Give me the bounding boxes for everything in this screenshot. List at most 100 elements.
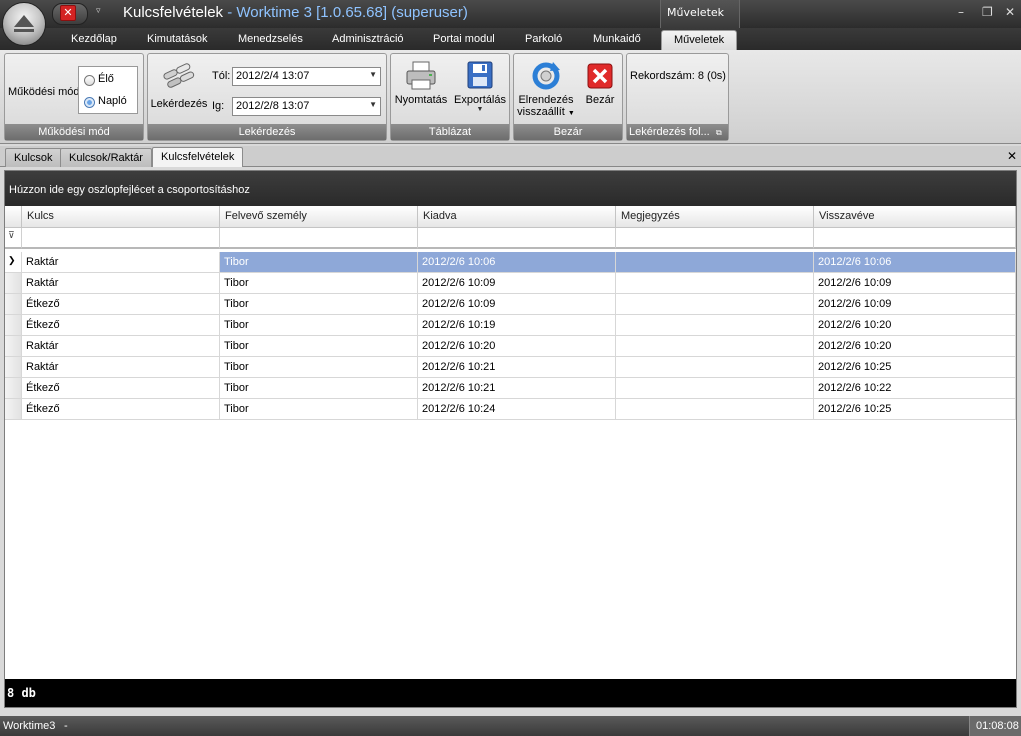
table-row[interactable]: Étkező Tibor 2012/2/6 10:21 2012/2/6 10:22	[5, 378, 1016, 399]
cell-kiadva[interactable]: 2012/2/6 10:21	[418, 378, 616, 399]
cell-kulcs[interactable]: Raktár	[22, 336, 220, 357]
cell-megjegyzes[interactable]	[616, 273, 814, 294]
filter-visszaveve[interactable]	[814, 228, 1016, 249]
table-row[interactable]: Étkező Tibor 2012/2/6 10:19 2012/2/6 10:20	[5, 315, 1016, 336]
cell-visszaveve[interactable]: 2012/2/6 10:09	[814, 273, 1016, 294]
minimize-icon[interactable]: –	[958, 5, 964, 19]
cell-megjegyzes[interactable]	[616, 378, 814, 399]
row-indicator-arrow-icon[interactable]: ❯	[5, 252, 22, 273]
row-indicator[interactable]	[5, 378, 22, 399]
row-indicator[interactable]	[5, 294, 22, 315]
cell-megjegyzes[interactable]	[616, 315, 814, 336]
reset-layout-button[interactable]: Elrendezés visszaállít ▼	[515, 60, 577, 118]
cell-felvevo[interactable]: Tibor	[220, 273, 418, 294]
cell-felvevo[interactable]: Tibor	[220, 315, 418, 336]
filter-megjegyzes[interactable]	[616, 228, 814, 249]
cell-kiadva[interactable]: 2012/2/6 10:09	[418, 273, 616, 294]
filter-felvevo[interactable]	[220, 228, 418, 249]
cell-felvevo[interactable]: Tibor	[220, 294, 418, 315]
tab-kezdolap[interactable]: Kezdőlap	[71, 33, 117, 45]
table-row[interactable]: ❯ Raktár Tibor 2012/2/6 10:06 2012/2/6 10:06	[5, 252, 1016, 273]
quick-close-icon[interactable]: ✕	[60, 5, 76, 21]
cell-kulcs[interactable]: Raktár	[22, 252, 220, 273]
cell-kulcs[interactable]: Étkező	[22, 378, 220, 399]
row-indicator[interactable]	[5, 315, 22, 336]
refresh-icon	[532, 62, 560, 90]
tab-kimutatasok[interactable]: Kimutatások	[147, 33, 208, 45]
table-row[interactable]: Étkező Tibor 2012/2/6 10:24 2012/2/6 10:25	[5, 399, 1016, 420]
application-menu-button[interactable]	[2, 2, 46, 46]
doc-tab-kulcsfelvetelek[interactable]: Kulcsfelvételek	[152, 147, 244, 167]
cell-visszaveve[interactable]: 2012/2/6 10:06	[814, 252, 1016, 273]
print-button[interactable]: Nyomtatás	[393, 60, 449, 106]
cell-visszaveve[interactable]: 2012/2/6 10:22	[814, 378, 1016, 399]
cell-kulcs[interactable]: Raktár	[22, 357, 220, 378]
close-window-icon[interactable]: ✕	[1005, 5, 1015, 19]
column-header-megjegyzes[interactable]: Megjegyzés	[616, 206, 814, 228]
cell-visszaveve[interactable]: 2012/2/6 10:09	[814, 294, 1016, 315]
table-row[interactable]: Raktár Tibor 2012/2/6 10:09 2012/2/6 10:09	[5, 273, 1016, 294]
doc-tab-kulcsok-raktar[interactable]: Kulcsok/Raktár	[60, 148, 152, 167]
radio-live-label[interactable]: Élő	[98, 73, 114, 85]
cell-visszaveve[interactable]: 2012/2/6 10:20	[814, 315, 1016, 336]
cell-kiadva[interactable]: 2012/2/6 10:09	[418, 294, 616, 315]
row-indicator[interactable]	[5, 357, 22, 378]
tab-adminisztracio[interactable]: Adminisztráció	[332, 33, 404, 45]
cell-kiadva[interactable]: 2012/2/6 10:06	[418, 252, 616, 273]
cell-felvevo[interactable]: Tibor	[220, 357, 418, 378]
table-row[interactable]: Étkező Tibor 2012/2/6 10:09 2012/2/6 10:09	[5, 294, 1016, 315]
cell-kulcs[interactable]: Étkező	[22, 315, 220, 336]
row-indicator[interactable]	[5, 273, 22, 294]
table-row[interactable]: Raktár Tibor 2012/2/6 10:21 2012/2/6 10:25	[5, 357, 1016, 378]
close-doc-icon[interactable]: ✕	[1007, 149, 1017, 163]
from-date-select[interactable]: 2012/2/4 13:07 ▼	[232, 67, 381, 86]
cell-megjegyzes[interactable]	[616, 399, 814, 420]
filter-kiadva[interactable]	[418, 228, 616, 249]
tab-portai-modul[interactable]: Portai modul	[433, 33, 495, 45]
filter-icon[interactable]: ⊽	[5, 228, 22, 249]
cell-megjegyzes[interactable]	[616, 252, 814, 273]
cell-kulcs[interactable]: Raktár	[22, 273, 220, 294]
cell-megjegyzes[interactable]	[616, 336, 814, 357]
column-header-kiadva[interactable]: Kiadva	[418, 206, 616, 228]
cell-kiadva[interactable]: 2012/2/6 10:21	[418, 357, 616, 378]
table-row[interactable]: Raktár Tibor 2012/2/6 10:20 2012/2/6 10:20	[5, 336, 1016, 357]
group-panel[interactable]: Húzzon ide egy oszlopfejlécet a csoporto…	[5, 171, 1016, 206]
cell-felvevo[interactable]: Tibor	[220, 378, 418, 399]
tab-munkaido[interactable]: Munkaidő	[593, 33, 641, 45]
column-header-visszaveve[interactable]: Visszavéve	[814, 206, 1016, 228]
to-date-select[interactable]: 2012/2/8 13:07 ▼	[232, 97, 381, 116]
cell-visszaveve[interactable]: 2012/2/6 10:25	[814, 357, 1016, 378]
column-header-kulcs[interactable]: Kulcs	[22, 206, 220, 228]
cell-visszaveve[interactable]: 2012/2/6 10:20	[814, 336, 1016, 357]
cell-kiadva[interactable]: 2012/2/6 10:19	[418, 315, 616, 336]
query-button[interactable]: Lekérdezés	[150, 60, 208, 110]
column-header-felvevo[interactable]: Felvevő személy	[220, 206, 418, 228]
tab-parkolo[interactable]: Parkoló	[525, 33, 562, 45]
close-red-icon	[587, 63, 613, 89]
cell-visszaveve[interactable]: 2012/2/6 10:25	[814, 399, 1016, 420]
close-button[interactable]: Bezár	[580, 60, 620, 106]
radio-live[interactable]	[84, 75, 95, 86]
cell-kiadva[interactable]: 2012/2/6 10:20	[418, 336, 616, 357]
cell-kulcs[interactable]: Étkező	[22, 399, 220, 420]
cell-felvevo[interactable]: Tibor	[220, 252, 418, 273]
tab-menedzseles[interactable]: Menedzselés	[238, 33, 303, 45]
doc-tab-kulcsok[interactable]: Kulcsok	[5, 148, 62, 167]
radio-log[interactable]	[84, 97, 95, 108]
cell-felvevo[interactable]: Tibor	[220, 399, 418, 420]
radio-log-label[interactable]: Napló	[98, 95, 127, 107]
filter-kulcs[interactable]	[22, 228, 220, 249]
row-indicator[interactable]	[5, 336, 22, 357]
cell-kulcs[interactable]: Étkező	[22, 294, 220, 315]
cell-megjegyzes[interactable]	[616, 294, 814, 315]
cell-megjegyzes[interactable]	[616, 357, 814, 378]
restore-icon[interactable]: ❐	[982, 5, 993, 19]
qat-dropdown-icon[interactable]: ▿	[96, 6, 101, 16]
dialog-launcher-icon[interactable]: ⧉	[716, 128, 726, 138]
cell-felvevo[interactable]: Tibor	[220, 336, 418, 357]
row-indicator[interactable]	[5, 399, 22, 420]
tab-muveletek[interactable]: Műveletek	[661, 30, 738, 50]
cell-kiadva[interactable]: 2012/2/6 10:24	[418, 399, 616, 420]
export-button[interactable]: Exportálás ▼	[451, 60, 509, 113]
